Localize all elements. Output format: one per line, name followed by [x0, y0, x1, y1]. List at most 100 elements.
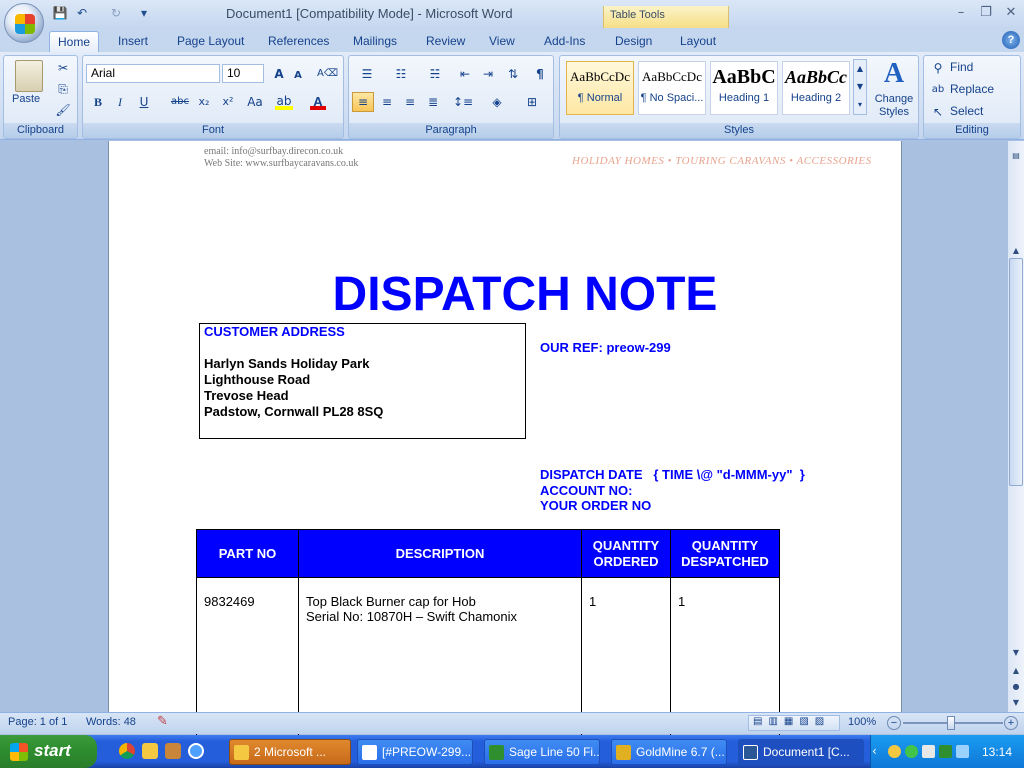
tab-home[interactable]: Home	[49, 31, 100, 52]
copy-icon[interactable]: ⎘	[54, 79, 72, 99]
increase-indent-icon[interactable]: ⇥	[478, 64, 498, 84]
paste-button[interactable]: Paste	[12, 93, 40, 105]
select-browse-object-icon[interactable]: ●	[1009, 680, 1023, 694]
numbering-icon[interactable]: ☷	[387, 64, 415, 84]
next-page-icon[interactable]: ▼	[1009, 696, 1023, 710]
tray-icon[interactable]	[939, 745, 952, 758]
close-button[interactable]: ✕	[1000, 4, 1022, 22]
select-button[interactable]: Select	[950, 104, 983, 118]
scroll-down-icon[interactable]: ▼	[1009, 646, 1023, 660]
change-styles-icon[interactable]: A	[876, 58, 912, 90]
format-painter-icon[interactable]: 🖌	[54, 100, 72, 120]
subscript-button[interactable]: x₂	[194, 92, 214, 112]
align-left-icon[interactable]: ≡	[352, 92, 374, 112]
word-count[interactable]: Words: 48	[86, 716, 136, 728]
task-goldmine[interactable]: GoldMine 6.7 (...	[611, 739, 727, 765]
underline-button[interactable]: U	[135, 92, 153, 112]
style-name: Heading 1	[718, 92, 770, 104]
tray-icon[interactable]	[888, 745, 901, 758]
zoom-in-icon[interactable]: +	[1004, 716, 1018, 730]
document-page[interactable]: email: info@surfbay.direcon.co.uk Web Si…	[108, 141, 902, 758]
redo-icon[interactable]: ↻	[108, 5, 124, 21]
proofing-icon[interactable]: ✎	[157, 714, 168, 729]
scrollbar-thumb[interactable]	[1009, 258, 1023, 486]
change-styles-button[interactable]: Change Styles	[870, 93, 918, 119]
tab-review[interactable]: Review	[418, 31, 473, 52]
tab-layout[interactable]: Layout	[672, 31, 724, 52]
style-normal[interactable]: AaBbCcDc ¶ Normal	[566, 61, 634, 115]
ruler-toggle-icon[interactable]: ▤	[1009, 149, 1023, 163]
start-button[interactable]: start	[0, 735, 97, 768]
style-heading-1[interactable]: AaBbC Heading 1	[710, 61, 778, 115]
show-marks-button[interactable]: ¶	[530, 64, 550, 84]
clear-formatting-icon[interactable]: A⌫	[316, 64, 338, 84]
minimize-button[interactable]: –	[950, 4, 972, 22]
table-tools-label: Table Tools	[603, 6, 729, 28]
highlight-icon[interactable]: ab	[275, 94, 293, 110]
page-indicator[interactable]: Page: 1 of 1	[8, 716, 67, 728]
task-document1-word[interactable]: Document1 [C...	[738, 739, 864, 765]
customer-address-box[interactable]: CUSTOMER ADDRESS Harlyn Sands Holiday Pa…	[199, 323, 526, 439]
bold-button[interactable]: B	[89, 92, 107, 112]
paste-icon[interactable]	[15, 60, 43, 92]
previous-page-icon[interactable]: ▲	[1009, 664, 1023, 678]
tab-design[interactable]: Design	[607, 31, 660, 52]
clock[interactable]: 13:14	[982, 745, 1012, 759]
line-spacing-icon[interactable]: ↕≡	[450, 92, 476, 112]
tab-mailings[interactable]: Mailings	[345, 31, 405, 52]
task-sage-line-50[interactable]: Sage Line 50 Fi...	[484, 739, 600, 765]
tab-page-layout[interactable]: Page Layout	[169, 31, 252, 52]
network-icon[interactable]	[956, 745, 969, 758]
tray-icon[interactable]	[905, 745, 918, 758]
chrome-icon[interactable]	[119, 743, 135, 759]
multilevel-list-icon[interactable]: ☵	[421, 64, 449, 84]
sort-icon[interactable]: ⇅	[503, 64, 523, 84]
decrease-indent-icon[interactable]: ⇤	[455, 64, 475, 84]
customize-qat-icon[interactable]: ▾	[136, 5, 152, 21]
zoom-level[interactable]: 100%	[848, 716, 876, 728]
zoom-slider-thumb[interactable]	[947, 716, 955, 730]
tab-references[interactable]: References	[260, 31, 337, 52]
shrink-font-button[interactable]: A	[290, 66, 306, 86]
justify-icon[interactable]: ≣	[423, 92, 443, 112]
styles-scroll-icon[interactable]: ▲ ▼ ▾	[853, 59, 867, 115]
shading-icon[interactable]: ◈	[484, 92, 510, 112]
grow-font-button[interactable]: A	[270, 64, 288, 84]
style-no-spacing[interactable]: AaBbCcDc ¶ No Spaci...	[638, 61, 706, 115]
borders-icon[interactable]: ⊞	[517, 92, 547, 112]
change-case-button[interactable]: Aa	[242, 92, 268, 112]
italic-button[interactable]: I	[111, 92, 129, 112]
task-microsoft-outlook[interactable]: 2 Microsoft ...	[229, 739, 351, 765]
ie-icon[interactable]	[188, 743, 204, 759]
app-launcher-icon[interactable]	[165, 743, 181, 759]
find-button[interactable]: Find	[950, 60, 973, 74]
font-size-combo[interactable]: 10	[222, 64, 264, 83]
office-button[interactable]	[4, 3, 44, 43]
task-preow-299[interactable]: [#PREOW-299...	[357, 739, 473, 765]
align-right-icon[interactable]: ≡	[400, 92, 420, 112]
undo-icon[interactable]: ↶	[74, 5, 90, 21]
tray-icon[interactable]	[922, 745, 935, 758]
view-buttons[interactable]: ▤▥▦▧▨	[748, 715, 840, 731]
bullets-icon[interactable]: ☰	[353, 64, 381, 84]
style-heading-2[interactable]: AaBbCc Heading 2	[782, 61, 850, 115]
scroll-up-icon[interactable]: ▲	[1009, 244, 1023, 258]
restore-button[interactable]: ❐	[975, 4, 997, 22]
tab-add-ins[interactable]: Add-Ins	[536, 31, 593, 52]
replace-button[interactable]: Replace	[950, 82, 994, 96]
font-name-combo[interactable]: Arial	[86, 64, 220, 83]
save-icon[interactable]: 💾	[52, 5, 68, 21]
tab-insert[interactable]: Insert	[110, 31, 156, 52]
cut-icon[interactable]: ✂	[54, 58, 72, 78]
tab-view[interactable]: View	[481, 31, 523, 52]
email-icon[interactable]	[142, 743, 158, 759]
superscript-button[interactable]: x²	[218, 92, 238, 112]
address-line: Trevose Head	[204, 388, 289, 403]
help-icon[interactable]: ?	[1002, 31, 1020, 49]
strikethrough-button[interactable]: abc	[168, 92, 192, 112]
align-center-icon[interactable]: ≡	[377, 92, 397, 112]
font-group-label: Font	[83, 123, 343, 138]
zoom-out-icon[interactable]: −	[887, 716, 901, 730]
font-color-icon[interactable]: A	[310, 94, 326, 110]
tray-expand-icon[interactable]: ‹	[872, 744, 877, 758]
